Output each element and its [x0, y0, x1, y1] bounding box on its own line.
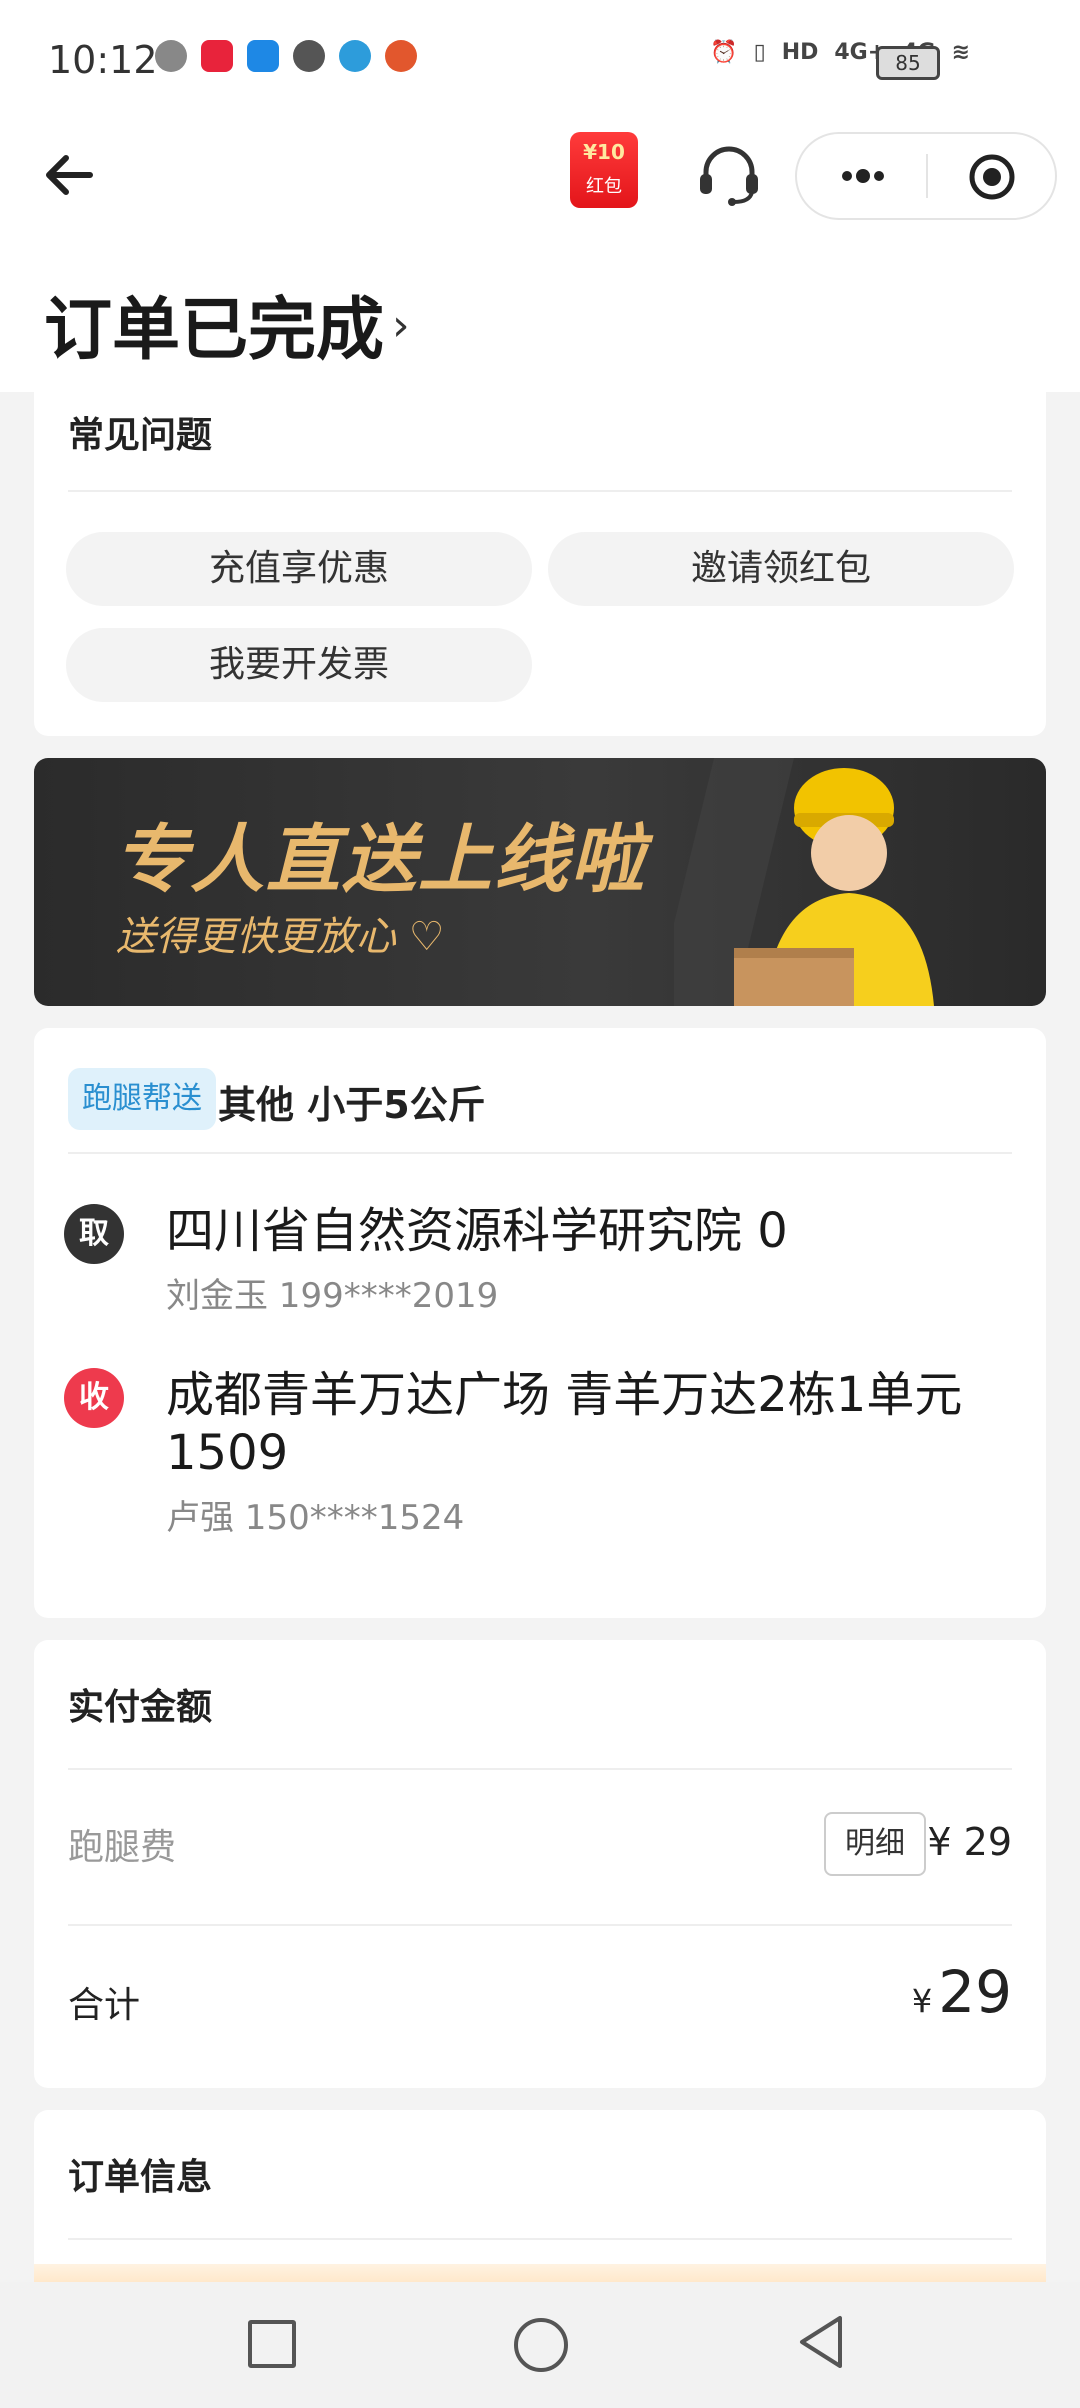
red-packet-amount: ¥10	[583, 140, 625, 164]
recent-apps-icon[interactable]	[248, 2320, 296, 2368]
divider	[68, 1924, 1012, 1926]
back-arrow-icon[interactable]	[40, 150, 100, 200]
pickup-address: 四川省自然资源科学研究院 0	[166, 1203, 788, 1259]
divider	[68, 2238, 1012, 2240]
recharge-discount-button[interactable]: 充值享优惠	[66, 532, 532, 606]
service-tag: 跑腿帮送	[68, 1068, 216, 1130]
order-status-header[interactable]: 订单已完成 ›	[0, 230, 1080, 392]
delivery-fee-amount: ¥ 29	[927, 1820, 1012, 1864]
total-value: 29	[938, 1958, 1012, 2026]
home-icon[interactable]	[514, 2318, 568, 2372]
app-red-icon	[201, 40, 233, 72]
customer-service-headset-icon[interactable]	[696, 144, 762, 208]
pickup-badge: 取	[64, 1204, 124, 1264]
order-info-title: 订单信息	[68, 2157, 213, 2198]
map-pin-icon	[339, 40, 371, 72]
system-navigation-bar	[0, 2282, 1080, 2408]
miniprogram-capsule	[795, 132, 1057, 220]
dropoff-badge: 收	[64, 1368, 124, 1428]
red-packet-label: 红包	[586, 176, 622, 197]
app-blue-icon	[247, 40, 279, 72]
total-amount: ¥29	[912, 1958, 1012, 2026]
pickup-contact: 刘金玉 199****2019	[166, 1276, 499, 1316]
clock: 10:12	[48, 38, 158, 82]
order-info-card: 订单信息	[34, 2110, 1046, 2290]
faq-card: 常见问题 充值享优惠 邀请领红包 我要开发票	[34, 392, 1046, 736]
payment-card: 实付金额 跑腿费 明细 ¥ 29 合计 ¥29	[34, 1640, 1046, 2088]
page-title: 订单已完成	[44, 291, 385, 370]
close-target-icon[interactable]	[967, 152, 1017, 202]
dropoff-contact: 卢强 150****1524	[166, 1498, 465, 1538]
back-triangle-icon[interactable]	[796, 2314, 846, 2370]
notification-icons	[155, 40, 417, 72]
capsule-divider	[926, 154, 928, 198]
app-orange-icon	[385, 40, 417, 72]
divider	[68, 490, 1012, 492]
red-packet-button[interactable]: ¥10 红包	[570, 132, 638, 208]
status-bar: 10:12 ⏰ ▯ HD 4G+ 4G ≋ 85	[0, 0, 1080, 120]
promo-banner[interactable]: 专人直送上线啦 送得更快更放心 ♡	[34, 758, 1046, 1006]
fee-detail-button[interactable]: 明细	[824, 1812, 926, 1876]
total-currency: ¥	[911, 1982, 933, 2020]
item-category: 其他 小于5公斤	[218, 1083, 486, 1127]
payment-title: 实付金额	[68, 1687, 213, 1728]
qq-icon	[293, 40, 325, 72]
total-label: 合计	[68, 1985, 141, 2026]
dropoff-address: 成都青羊万达广场 青羊万达2栋1单元1509	[166, 1367, 963, 1481]
battery-icon: 85	[876, 46, 940, 80]
faq-title: 常见问题	[68, 415, 213, 456]
invite-red-packet-button[interactable]: 邀请领红包	[548, 532, 1014, 606]
nav-bar: ¥10 红包	[0, 120, 1080, 230]
banner-subtitle: 送得更快更放心 ♡	[116, 914, 445, 960]
hd-icon: HD	[781, 40, 819, 65]
invoice-button[interactable]: 我要开发票	[66, 628, 532, 702]
divider	[68, 1152, 1012, 1154]
divider	[68, 1768, 1012, 1770]
chevron-right-icon: ›	[392, 300, 410, 351]
more-icon[interactable]	[833, 156, 893, 196]
wechat-icon	[155, 40, 187, 72]
banner-title: 专人直送上线啦	[114, 817, 646, 903]
wifi-icon: ≋	[951, 40, 970, 65]
order-card: 跑腿帮送 其他 小于5公斤 取 四川省自然资源科学研究院 0 刘金玉 199**…	[34, 1028, 1046, 1618]
courier-illustration	[674, 758, 934, 1006]
alarm-icon: ⏰	[710, 40, 738, 65]
bottom-action-strip	[34, 2264, 1046, 2284]
vibrate-icon: ▯	[753, 40, 766, 65]
delivery-fee-label: 跑腿费	[68, 1827, 177, 1868]
